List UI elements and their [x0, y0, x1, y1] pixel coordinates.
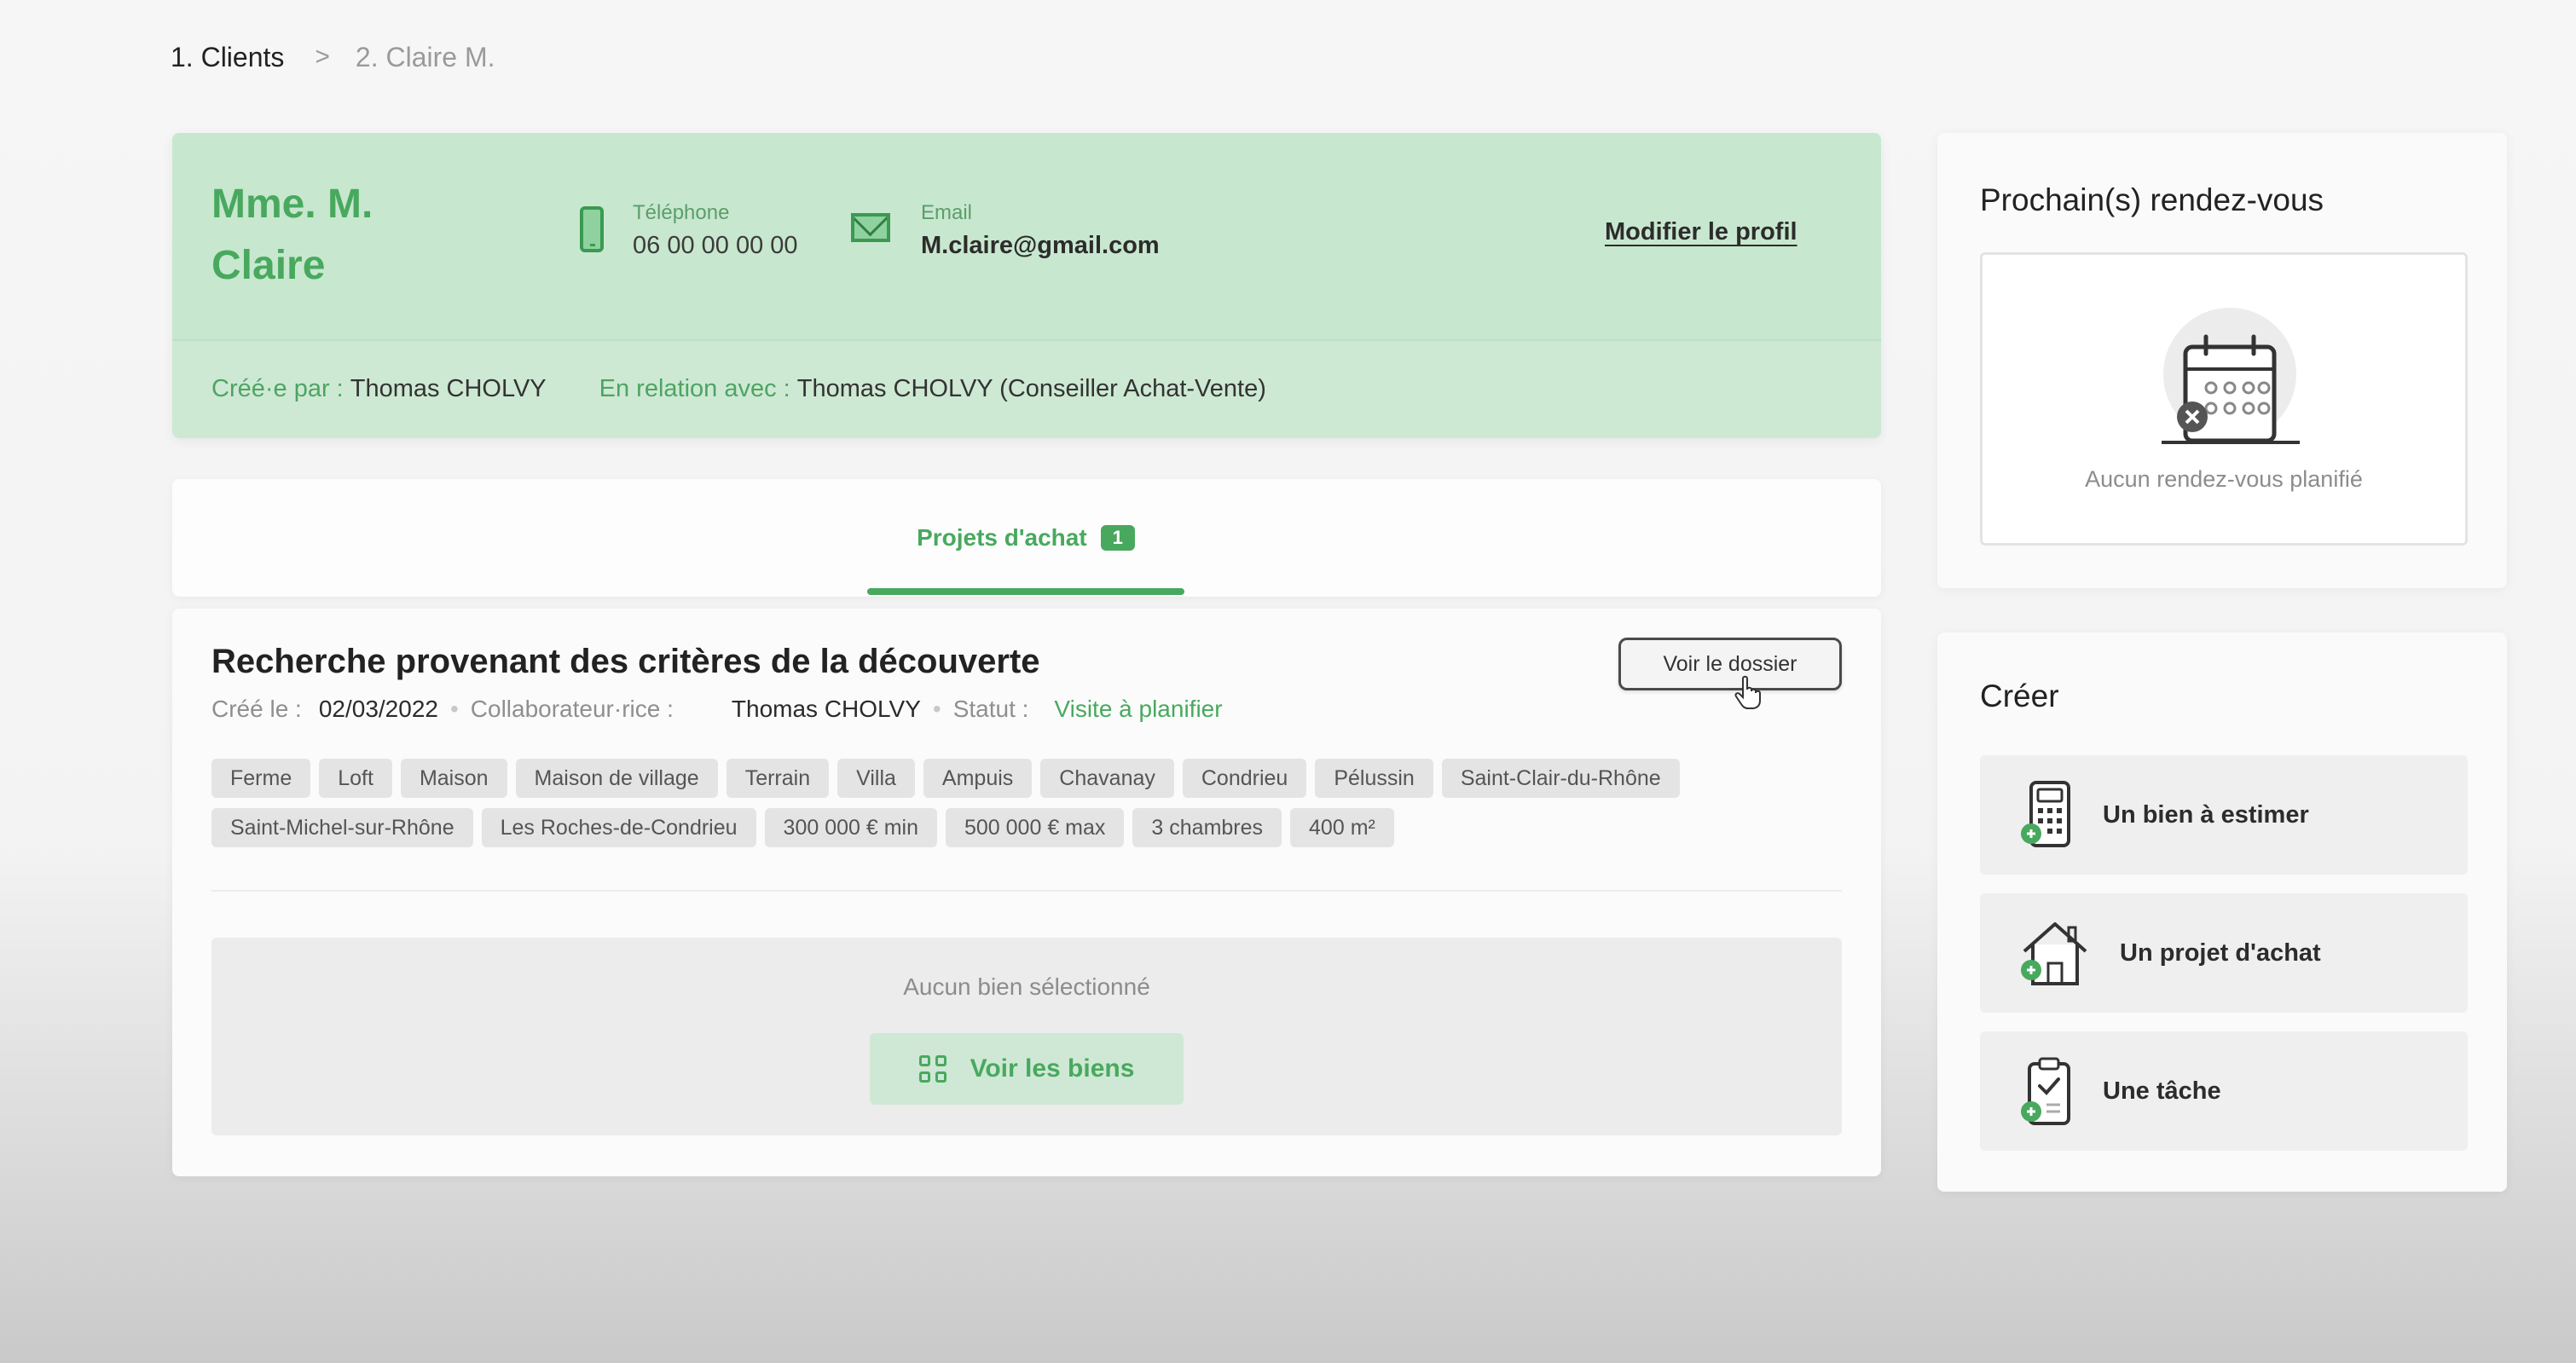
appointments-card: Prochain(s) rendez-vous Aucun rendez-vou… — [1937, 133, 2507, 588]
hand-cursor-icon — [1734, 675, 1761, 709]
meta-separator: • — [932, 696, 941, 722]
breadcrumb-clients[interactable]: 1. Clients — [171, 42, 284, 73]
create-purchase-project-button[interactable]: Un projet d'achat — [1980, 893, 2468, 1013]
tab-purchase-projects[interactable]: Projets d'achat 1 — [867, 479, 1184, 597]
criteria-tag: Loft — [319, 759, 392, 798]
status-label: Statut : — [952, 696, 1029, 722]
clipboard-icon — [2021, 1057, 2070, 1125]
created-by-label: Créé·e par : — [211, 375, 344, 402]
meta-separator: • — [449, 696, 459, 722]
relation-value: Thomas CHOLVY (Conseiller Achat-Vente) — [796, 375, 1266, 402]
client-name: Mme. M. Claire — [211, 182, 373, 288]
see-properties-button[interactable]: Voir les biens — [870, 1033, 1184, 1105]
create-task-label: Une tâche — [2103, 1077, 2221, 1105]
phone-icon — [580, 206, 604, 252]
criteria-tag: 500 000 € max — [946, 808, 1125, 847]
open-file-button[interactable]: Voir le dossier — [1618, 638, 1842, 690]
criteria-tag: Condrieu — [1182, 759, 1307, 798]
create-card: Créer Un bien à estimer Un projet d'acha… — [1937, 632, 2507, 1192]
email-value: M.claire@gmail.com — [921, 232, 1160, 259]
house-icon — [2021, 922, 2087, 985]
tab-count-badge: 1 — [1100, 525, 1135, 551]
criteria-tag: Les Roches-de-Condrieu — [481, 808, 756, 847]
client-profile-card: Mme. M. Claire Téléphone 06 00 00 00 00 … — [172, 133, 1881, 438]
selected-properties-area: Aucun bien sélectionné Voir les biens — [211, 938, 1842, 1135]
phone-label: Téléphone — [633, 201, 730, 224]
criteria-tag: Ampuis — [923, 759, 1033, 798]
project-meta: Créé le : 02/03/2022 • Collaborateur·ric… — [211, 696, 1223, 723]
criteria-tag: Ferme — [211, 759, 311, 798]
client-relations: Créé·e par : Thomas CHOLVY En relation a… — [211, 375, 1266, 403]
criteria-tag: Maison — [400, 759, 507, 798]
created-date-value: 02/03/2022 — [318, 696, 438, 722]
breadcrumb-current: 2. Claire M. — [355, 41, 495, 72]
create-title: Créer — [1980, 679, 2059, 713]
created-date-label: Créé le : — [211, 696, 302, 722]
criteria-tag: Villa — [837, 759, 915, 798]
active-tab-indicator — [867, 588, 1184, 595]
create-estimate-label: Un bien à estimer — [2103, 800, 2309, 829]
create-estimate-button[interactable]: Un bien à estimer — [1980, 755, 2468, 875]
relation-label: En relation avec : — [599, 375, 790, 402]
collaborator-label: Collaborateur·rice : — [470, 696, 674, 722]
created-by-value: Thomas CHOLVY — [350, 375, 547, 402]
criteria-tag: Terrain — [726, 759, 830, 798]
criteria-tags: Ferme Loft Maison Maison de village Terrain V… — [211, 759, 1797, 847]
criteria-tag: Maison de village — [515, 759, 718, 798]
collaborator-value: Thomas CHOLVY — [731, 696, 921, 722]
criteria-tag: Saint-Clair-du-Rhône — [1441, 759, 1680, 798]
status-value: Visite à planifier — [1054, 696, 1223, 722]
no-property-text: Aucun bien sélectionné — [903, 973, 1150, 1000]
criteria-tag: 3 chambres — [1132, 808, 1282, 847]
create-task-button[interactable]: Une tâche — [1980, 1031, 2468, 1151]
breadcrumb-separator: > — [315, 43, 330, 71]
appointments-title: Prochain(s) rendez-vous — [1980, 182, 2324, 217]
tabs-bar: Projets d'achat 1 — [172, 479, 1881, 597]
phone-contact: Téléphone 06 00 00 00 00 — [580, 201, 798, 260]
tab-purchase-label: Projets d'achat — [917, 524, 1087, 551]
calendar-icon — [2162, 308, 2300, 444]
grid-icon — [918, 1055, 946, 1083]
breadcrumb: 1. Clients > 2. Claire M. — [171, 38, 495, 77]
criteria-tag: Saint-Michel-sur-Rhône — [211, 808, 473, 847]
criteria-tag: 400 m² — [1290, 808, 1394, 847]
phone-value: 06 00 00 00 00 — [633, 232, 798, 259]
criteria-tag: 300 000 € min — [764, 808, 937, 847]
create-purchase-project-label: Un projet d'achat — [2120, 939, 2321, 967]
see-properties-label: Voir les biens — [970, 1054, 1135, 1083]
project-title: Recherche provenant des critères de la d… — [211, 643, 1040, 680]
purchase-project-card: Recherche provenant des critères de la d… — [172, 609, 1881, 1176]
criteria-tag: Pélussin — [1315, 759, 1433, 798]
mail-icon — [851, 213, 890, 242]
email-contact: Email M.claire@gmail.com — [851, 201, 1160, 260]
edit-profile-link[interactable]: Modifier le profil — [1605, 218, 1797, 246]
divider — [211, 890, 1842, 892]
no-appointment-text: Aucun rendez-vous planifié — [2085, 466, 2363, 492]
criteria-tag: Chavanay — [1040, 759, 1174, 798]
appointments-empty-box: Aucun rendez-vous planifié — [1980, 252, 2468, 546]
email-label: Email — [921, 201, 973, 224]
calculator-icon — [2021, 781, 2070, 847]
